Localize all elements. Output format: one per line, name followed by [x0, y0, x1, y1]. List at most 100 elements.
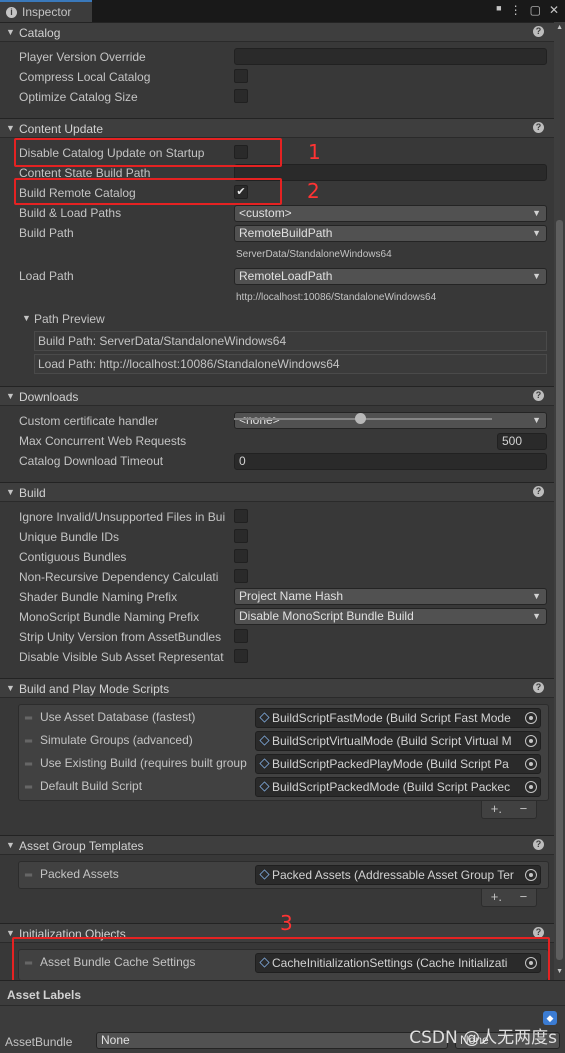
list-item-label: Use Asset Database (fastest)	[40, 710, 196, 724]
annotation-number-2: 2	[307, 179, 320, 203]
dropdown-value: <custom>	[239, 206, 292, 220]
help-icon[interactable]: ?	[533, 486, 544, 497]
max-concurrent-input[interactable]: 500	[497, 433, 547, 450]
section-title: Build	[19, 486, 46, 500]
section-title: Build and Play Mode Scripts	[19, 682, 170, 696]
annotation-box-1	[14, 138, 282, 167]
shader-prefix-dropdown[interactable]: Project Name Hash ▼	[234, 588, 547, 605]
strip-unity-version-checkbox[interactable]	[234, 629, 248, 643]
monoscript-prefix-dropdown[interactable]: Disable MonoScript Bundle Build ▼	[234, 608, 547, 625]
dropdown-value: RemoteBuildPath	[239, 226, 333, 240]
list-add-remove: +. −	[481, 801, 537, 819]
foldout-expanded-icon[interactable]: ▼	[6, 391, 15, 401]
section-header-build[interactable]: ▼ Build ?	[0, 482, 554, 502]
menu-icon[interactable]: ⋮	[510, 3, 522, 17]
object-field[interactable]: BuildScriptVirtualMode (Build Script Vir…	[255, 731, 541, 751]
compress-local-catalog-checkbox[interactable]	[234, 69, 248, 83]
contiguous-bundles-checkbox[interactable]	[234, 549, 248, 563]
window-buttons: ■ ⋮ ▢ ✕	[496, 3, 559, 17]
lock-icon[interactable]: ■	[496, 3, 501, 17]
assetbundle-dropdown[interactable]: None	[96, 1032, 448, 1049]
list-item-label: Packed Assets	[40, 867, 119, 881]
object-picker-icon[interactable]	[525, 869, 537, 881]
section-header-group-templates[interactable]: ▼ Asset Group Templates ?	[0, 835, 554, 855]
dropdown-caret-icon: ▼	[532, 611, 541, 621]
list-item-label: Use Existing Build (requires built group	[40, 756, 247, 770]
build-path-label: Build Path	[19, 226, 74, 240]
build-path-dropdown[interactable]: RemoteBuildPath ▼	[234, 225, 547, 242]
dropdown-caret-icon: ▼	[532, 415, 541, 425]
build-load-paths-label: Build & Load Paths	[19, 206, 122, 220]
object-field[interactable]: BuildScriptFastMode (Build Script Fast M…	[255, 708, 541, 728]
ignore-invalid-checkbox[interactable]	[234, 509, 248, 523]
section-header-content-update[interactable]: ▼ Content Update ?	[0, 118, 554, 138]
foldout-expanded-icon[interactable]: ▼	[22, 313, 31, 323]
object-picker-icon[interactable]	[525, 781, 537, 793]
section-header-play-mode-scripts[interactable]: ▼ Build and Play Mode Scripts ?	[0, 678, 554, 698]
annotation-number-1: 1	[308, 140, 321, 164]
foldout-expanded-icon[interactable]: ▼	[6, 27, 15, 37]
build-path-resolved: ServerData/StandaloneWindows64	[236, 249, 392, 260]
optimize-catalog-size-checkbox[interactable]	[234, 89, 248, 103]
player-version-override-input[interactable]	[234, 48, 547, 65]
non-recursive-checkbox[interactable]	[234, 569, 248, 583]
object-field[interactable]: BuildScriptPackedMode (Build Script Pack…	[255, 777, 541, 797]
compress-local-catalog-label: Compress Local Catalog	[19, 70, 151, 84]
section-header-catalog[interactable]: ▼ Catalog ?	[0, 22, 554, 42]
dropdown-value: None	[101, 1033, 130, 1047]
load-path-dropdown[interactable]: RemoteLoadPath ▼	[234, 268, 547, 285]
max-concurrent-slider-thumb[interactable]	[355, 413, 366, 424]
object-value: BuildScriptPackedMode (Build Script Pack…	[272, 780, 511, 794]
load-path-resolved: http://localhost:10086/StandaloneWindows…	[236, 292, 437, 303]
drag-handle-icon[interactable]: ═	[25, 782, 32, 793]
asset-labels-panel: Asset Labels ◆ AssetBundle None None CSD…	[0, 980, 565, 1053]
section-header-downloads[interactable]: ▼ Downloads ?	[0, 386, 554, 406]
object-picker-icon[interactable]	[525, 712, 537, 724]
object-field[interactable]: BuildScriptPackedPlayMode (Build Script …	[255, 754, 541, 774]
foldout-expanded-icon[interactable]: ▼	[6, 487, 15, 497]
divider	[0, 1005, 565, 1006]
window-tab-bar: i Inspector ■ ⋮ ▢ ✕	[0, 0, 565, 22]
load-path-label: Load Path	[19, 269, 74, 283]
object-field[interactable]: Packed Assets (Addressable Asset Group T…	[255, 865, 541, 885]
drag-handle-icon[interactable]: ═	[25, 736, 32, 747]
add-icon[interactable]: +.	[491, 801, 502, 818]
foldout-expanded-icon[interactable]: ▼	[6, 840, 15, 850]
disable-visible-sub-checkbox[interactable]	[234, 649, 248, 663]
drag-handle-icon[interactable]: ═	[25, 759, 32, 770]
foldout-expanded-icon[interactable]: ▼	[6, 123, 15, 133]
unique-bundle-ids-label: Unique Bundle IDs	[19, 530, 120, 544]
ignore-invalid-label: Ignore Invalid/Unsupported Files in Bui	[19, 510, 226, 524]
help-icon[interactable]: ?	[533, 26, 544, 37]
help-icon[interactable]: ?	[533, 122, 544, 133]
unique-bundle-ids-checkbox[interactable]	[234, 529, 248, 543]
remove-icon[interactable]: −	[520, 801, 528, 818]
path-preview-label[interactable]: Path Preview	[34, 312, 105, 326]
build-load-paths-dropdown[interactable]: <custom> ▼	[234, 205, 547, 222]
annotation-number-3: 3	[280, 911, 293, 935]
catalog-timeout-input[interactable]: 0	[234, 453, 547, 470]
custom-cert-dropdown[interactable]: <none> ▼	[234, 412, 547, 429]
close-icon[interactable]: ✕	[549, 3, 559, 17]
player-version-override-label: Player Version Override	[19, 50, 146, 64]
help-icon[interactable]: ?	[533, 682, 544, 693]
scroll-up-arrow-icon[interactable]: ▲	[556, 24, 563, 31]
drag-handle-icon[interactable]: ═	[25, 870, 32, 881]
maximize-icon[interactable]: ▢	[530, 3, 541, 17]
script-icon	[259, 712, 270, 723]
add-icon[interactable]: +.	[491, 889, 502, 906]
remove-icon[interactable]: −	[520, 889, 528, 906]
inspector-tab[interactable]: i Inspector	[0, 0, 92, 22]
catalog-timeout-label: Catalog Download Timeout	[19, 454, 164, 468]
foldout-expanded-icon[interactable]: ▼	[6, 683, 15, 693]
optimize-catalog-size-label: Optimize Catalog Size	[19, 90, 138, 104]
script-icon	[259, 781, 270, 792]
scroll-down-arrow-icon[interactable]: ▼	[556, 968, 563, 975]
section-title: Asset Group Templates	[19, 839, 144, 853]
object-picker-icon[interactable]	[525, 758, 537, 770]
help-icon[interactable]: ?	[533, 390, 544, 401]
help-icon[interactable]: ?	[533, 839, 544, 850]
drag-handle-icon[interactable]: ═	[25, 713, 32, 724]
object-picker-icon[interactable]	[525, 735, 537, 747]
scrollbar-thumb[interactable]	[556, 220, 563, 960]
